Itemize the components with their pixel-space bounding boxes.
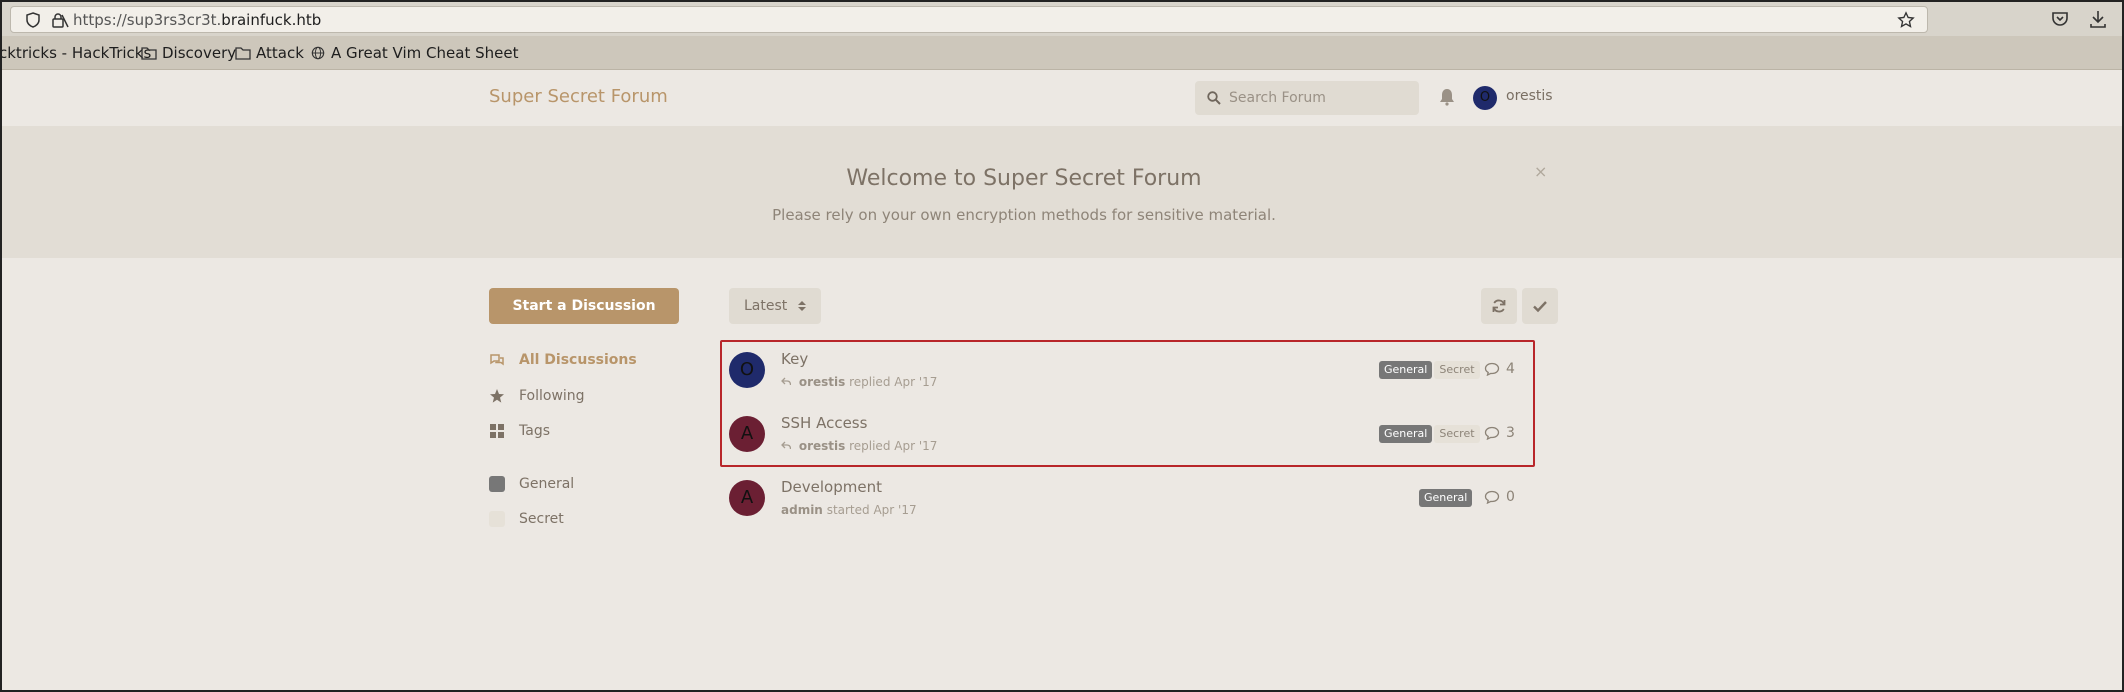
lock-icon[interactable] <box>51 12 69 28</box>
sort-icon <box>798 301 806 311</box>
th-large-icon <box>490 424 504 438</box>
bookmarks-bar: cktricks - HackTricks Discovery Attack A… <box>2 36 2122 70</box>
forum-header: Super Secret Forum Search Forum O oresti… <box>2 70 2122 126</box>
address-bar[interactable]: https://sup3rs3cr3t.brainfuck.htb <box>10 6 1928 33</box>
nav-following[interactable]: Following <box>489 388 585 404</box>
user-avatar[interactable]: O <box>1473 86 1497 110</box>
check-icon <box>1533 301 1547 313</box>
forum-brand[interactable]: Super Secret Forum <box>489 86 668 107</box>
shield-icon[interactable] <box>25 12 41 28</box>
bookmark-attack[interactable]: Attack <box>235 44 304 62</box>
highlight-box <box>720 340 1535 467</box>
globe-icon <box>311 46 325 60</box>
url-text[interactable]: https://sup3rs3cr3t.brainfuck.htb <box>73 11 321 29</box>
discussion-meta: admin started Apr '17 <box>781 503 917 517</box>
hero-title: Welcome to Super Secret Forum <box>846 166 1202 191</box>
close-icon[interactable]: × <box>1534 162 1547 181</box>
search-icon <box>1207 91 1221 105</box>
folder-icon <box>235 47 251 60</box>
bookmark-vim-cheat-sheet[interactable]: A Great Vim Cheat Sheet <box>310 44 518 62</box>
reply-count-value: 0 <box>1506 489 1515 505</box>
url-toolbar: https://sup3rs3cr3t.brainfuck.htb <box>2 2 2122 36</box>
nav-label: All Discussions <box>519 352 637 368</box>
sort-label: Latest <box>744 298 788 314</box>
discussion-title[interactable]: Development <box>781 478 882 496</box>
bookmark-star-icon[interactable] <box>1897 11 1915 29</box>
nav-tags[interactable]: Tags <box>489 423 550 439</box>
folder-icon <box>141 47 157 60</box>
mark-all-read-button[interactable] <box>1522 288 1558 324</box>
nav-label: Tags <box>519 423 550 439</box>
bookmark-label: A Great Vim Cheat Sheet <box>331 44 519 62</box>
discussion-action: started <box>826 503 870 517</box>
hero-subtitle: Please rely on your own encryption metho… <box>772 206 1276 224</box>
tag-general[interactable]: General <box>1419 489 1473 507</box>
refresh-button[interactable] <box>1481 288 1517 324</box>
discussion-tags: General <box>1419 489 1473 507</box>
url-host: brainfuck.htb <box>221 11 322 29</box>
discussion-avatar[interactable]: A <box>729 480 765 516</box>
discussion-row[interactable]: A Development admin started Apr '17 Gene… <box>729 470 1529 534</box>
tag-swatch <box>489 476 505 492</box>
refresh-icon <box>1492 299 1506 313</box>
bookmark-hacktricks[interactable]: cktricks - HackTricks <box>0 44 152 62</box>
tag-link-secret[interactable]: Secret <box>489 511 564 527</box>
bell-icon[interactable] <box>1439 88 1455 106</box>
username[interactable]: orestis <box>1506 88 1553 104</box>
bookmark-label: cktricks - HackTricks <box>0 44 152 62</box>
tag-label: Secret <box>519 511 564 527</box>
download-icon[interactable] <box>2088 9 2108 29</box>
pocket-icon[interactable] <box>2050 9 2070 29</box>
comment-icon <box>1484 490 1500 504</box>
start-discussion-button[interactable]: Start a Discussion <box>489 288 679 324</box>
search-placeholder: Search Forum <box>1229 90 1326 106</box>
sort-dropdown[interactable]: Latest <box>729 288 821 324</box>
search-input[interactable]: Search Forum <box>1195 81 1419 115</box>
bookmark-discovery[interactable]: Discovery <box>141 44 236 62</box>
bookmark-label: Discovery <box>162 44 237 62</box>
nav-all-discussions[interactable]: All Discussions <box>489 352 637 368</box>
tag-label: General <box>519 476 575 492</box>
url-prefix: https://sup3rs3cr3t. <box>73 11 222 29</box>
star-icon <box>490 389 504 403</box>
discussion-user[interactable]: admin <box>781 503 823 517</box>
tag-link-general[interactable]: General <box>489 476 574 492</box>
tag-swatch <box>489 511 505 527</box>
nav-label: Following <box>519 388 585 404</box>
comments-icon <box>490 354 504 366</box>
discussion-date: Apr '17 <box>873 503 917 517</box>
bookmark-label: Attack <box>256 44 304 62</box>
welcome-hero: Welcome to Super Secret Forum Please rel… <box>2 126 2122 258</box>
browser-window: https://sup3rs3cr3t.brainfuck.htb cktric… <box>0 0 2124 692</box>
reply-count: 0 <box>1484 489 1515 505</box>
